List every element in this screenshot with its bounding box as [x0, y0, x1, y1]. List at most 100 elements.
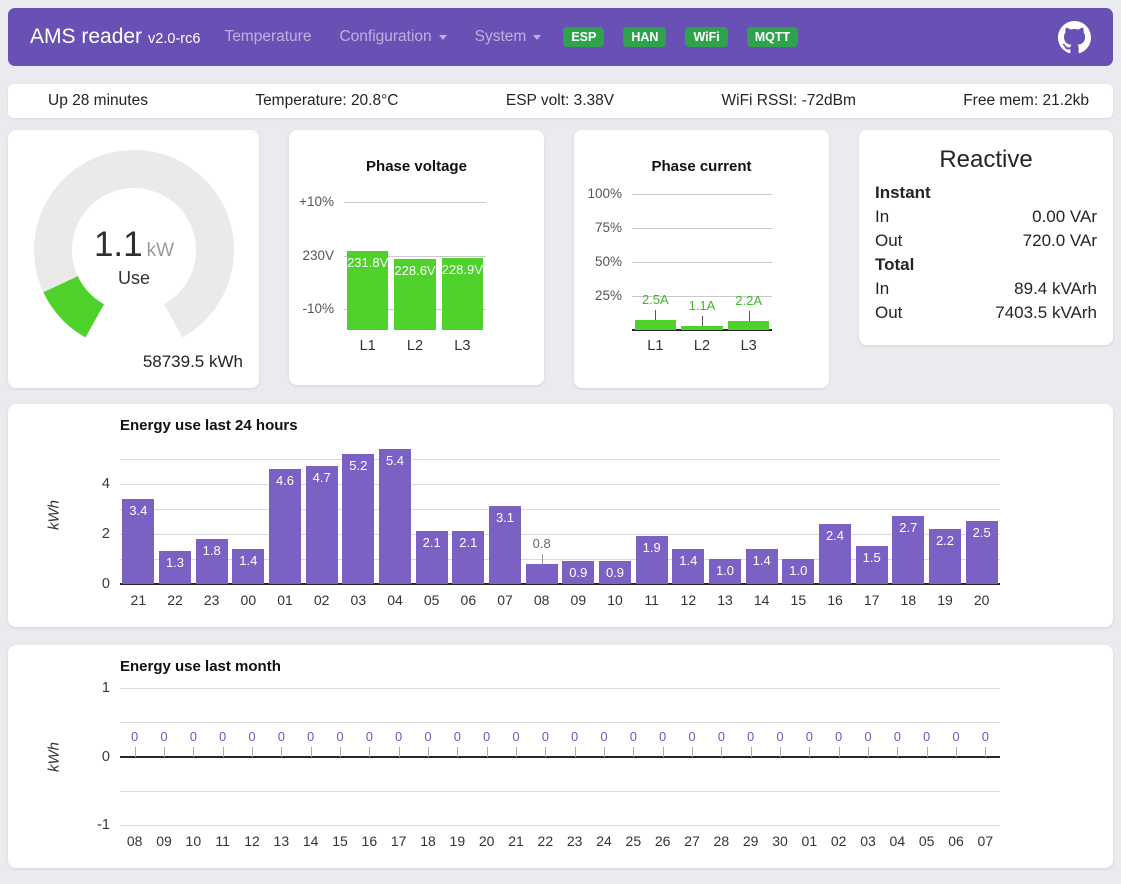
x-tick-label: 26	[648, 833, 677, 849]
x-tick-label: 15	[780, 592, 817, 608]
y-tick-label: 0	[102, 748, 110, 766]
x-tick-label: 05	[413, 592, 450, 608]
energy-24h-plot: kWh 4203.4211.3221.8231.4004.6014.7025.2…	[120, 446, 1000, 584]
label-pointer-line	[164, 747, 165, 757]
label-pointer-line	[868, 747, 869, 757]
x-tick-label: 16	[817, 592, 854, 608]
bar-value-label: 0	[208, 729, 237, 745]
esp-status-badge: ESP	[563, 27, 604, 48]
nav-configuration[interactable]: Configuration	[339, 28, 446, 46]
y-tick-label: 100%	[587, 185, 622, 203]
label-pointer-line	[575, 747, 576, 757]
x-tick-label: 14	[296, 833, 325, 849]
nav-temperature-label: Temperature	[224, 28, 311, 46]
github-icon	[1058, 21, 1091, 54]
x-tick-label: 06	[941, 833, 970, 849]
row-label: Out	[875, 229, 902, 253]
bar-value-label: 0	[413, 729, 442, 745]
app-brand[interactable]: AMS reader v2.0-rc6	[30, 25, 200, 49]
x-tick-label: 23	[193, 592, 230, 608]
bar-value-label: 0	[120, 729, 149, 745]
x-tick-label: 01	[267, 592, 304, 608]
bar-value-label: 2.4	[817, 528, 854, 544]
x-tick-label: L2	[391, 338, 438, 354]
bar-value-label: 0	[589, 729, 618, 745]
x-tick-label: 08	[120, 833, 149, 849]
energy-month-plot: kWh 10-100800901001101201301401501601701…	[120, 688, 1000, 825]
x-tick-label: 04	[883, 833, 912, 849]
x-tick-label: 19	[443, 833, 472, 849]
label-pointer-line	[633, 747, 634, 757]
reactive-total-out-row: Out 7403.5 kVArh	[859, 301, 1113, 325]
bar-04	[379, 449, 411, 584]
gridline	[120, 791, 1000, 792]
y-axis-label: kWh	[46, 500, 63, 530]
gauge-value: 1.1 kW	[94, 225, 174, 265]
bar-L2	[681, 326, 722, 330]
x-tick-label: 15	[325, 833, 354, 849]
x-tick-label: 22	[157, 592, 194, 608]
bar-value-label: 231.8V	[344, 255, 391, 271]
x-tick-label: 24	[589, 833, 618, 849]
x-tick-label: 09	[560, 592, 597, 608]
x-tick-label: 12	[237, 833, 266, 849]
x-tick-label: 02	[303, 592, 340, 608]
x-tick-label: 30	[765, 833, 794, 849]
status-badges: ESP HAN WiFi MQTT	[563, 27, 798, 48]
y-tick-label: 4	[102, 475, 110, 493]
phase-current-plot: 100%75%50%25%2.5AL11.1AL22.2AL3	[632, 180, 772, 330]
gridline	[120, 722, 1000, 723]
label-pointer-line	[839, 747, 840, 757]
bar-value-label: 4.7	[303, 470, 340, 486]
label-pointer-line	[223, 747, 224, 757]
label-pointer-line	[927, 747, 928, 757]
bar-value-label: 0	[853, 729, 882, 745]
label-pointer-line	[487, 747, 488, 757]
reactive-instant-out-row: Out 720.0 VAr	[859, 229, 1113, 253]
label-pointer-line	[542, 554, 543, 564]
y-tick-label: 50%	[595, 253, 622, 271]
x-tick-label: 21	[501, 833, 530, 849]
row-value: 7403.5 kVArh	[995, 301, 1097, 325]
bar-value-label: 2.2A	[725, 293, 772, 309]
x-tick-label: 12	[670, 592, 707, 608]
label-pointer-line	[428, 747, 429, 757]
x-tick-label: 11	[633, 592, 670, 608]
x-tick-label: 18	[413, 833, 442, 849]
y-tick-label: 2	[102, 525, 110, 543]
x-tick-label: L1	[632, 338, 679, 354]
github-link[interactable]	[1058, 21, 1091, 54]
row-label: Out	[875, 301, 902, 325]
bar-value-label: 0	[619, 729, 648, 745]
bar-value-label: 228.6V	[391, 263, 438, 279]
x-tick-label: 27	[677, 833, 706, 849]
bar-value-label: 0.8	[523, 536, 560, 552]
x-tick-label: 19	[927, 592, 964, 608]
app-version: v2.0-rc6	[148, 31, 200, 47]
bar-value-label: 0	[384, 729, 413, 745]
gridline	[632, 262, 772, 263]
label-pointer-line	[692, 747, 693, 757]
nav-system[interactable]: System	[475, 28, 542, 46]
bar-value-label: 0	[531, 729, 560, 745]
label-pointer-line	[809, 747, 810, 757]
x-tick-label: 20	[963, 592, 1000, 608]
nav-temperature[interactable]: Temperature	[224, 28, 311, 46]
bar-value-label: 1.0	[707, 563, 744, 579]
chevron-down-icon	[533, 35, 541, 40]
x-tick-label: 20	[472, 833, 501, 849]
row-value: 89.4 kVArh	[1014, 277, 1097, 301]
x-tick-label: 21	[120, 592, 157, 608]
total-energy-counter: 58739.5 kWh	[143, 352, 243, 372]
x-tick-label: L3	[439, 338, 486, 354]
y-tick-label: -1	[97, 816, 110, 834]
y-tick-label: 230V	[302, 247, 334, 265]
x-tick-label: 08	[523, 592, 560, 608]
bar-value-label: 0	[560, 729, 589, 745]
label-pointer-line	[281, 747, 282, 757]
x-tick-label: 28	[707, 833, 736, 849]
x-tick-label: L1	[344, 338, 391, 354]
gridline	[120, 534, 1000, 535]
bar-value-label: 1.4	[670, 553, 707, 569]
bar-value-label: 2.1	[450, 535, 487, 551]
